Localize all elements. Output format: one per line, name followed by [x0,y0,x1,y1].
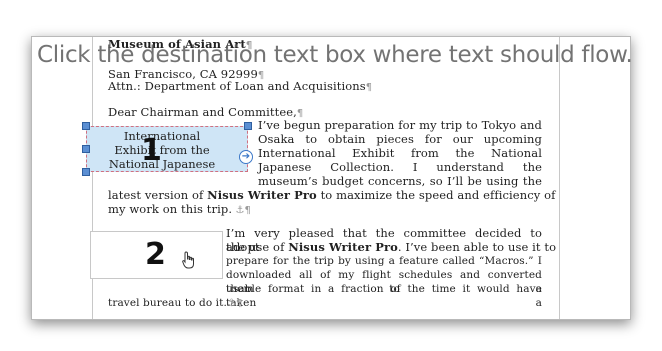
resize-handle-top-right[interactable] [244,122,252,130]
resize-handle-left[interactable] [82,145,90,153]
p1-line-2: Osaka to obtain pieces for our upcoming [258,132,542,146]
p2-line-2: the use of Nisus Writer Pro. I’ve been a… [226,240,557,254]
p1-line-5: museum’s budget concerns, so I’ll be usi… [258,174,542,188]
source-text-box[interactable]: International Exhibit from the National … [86,126,248,172]
instruction-overlay: Click the destination text box where tex… [37,42,633,68]
p2-line-5: usable format in a fraction of the time … [226,283,542,309]
document-page[interactable]: Museum of Asian Art¶ San Francisco, CA 9… [82,37,557,319]
anchor-icon-2: ⚓ [226,298,236,309]
p1-line-3: International Exhibit from the National [258,146,542,160]
box-number-2: 2 [145,237,166,272]
p1-line-6: latest version of Nisus Writer Pro to ma… [108,188,556,202]
resize-handle-bottom-left[interactable] [82,168,90,176]
document-window: Museum of Asian Art¶ San Francisco, CA 9… [31,36,631,320]
p2-line-3: prepare for the trip by using a feature … [226,255,542,267]
destination-text-box[interactable]: 2 [90,231,223,279]
source-text-box-content: International Exhibit from the National … [108,129,216,171]
p1-line-1: I’ve begun preparation for my trip to To… [258,118,542,132]
resize-handle-top-left[interactable] [82,122,90,130]
p2-line-6: travel bureau to do it.⚓¶ [108,297,243,309]
box-number-1: 1 [141,133,162,168]
header-line-3: Attn.: Department of Loan and Acquisitio… [108,79,373,93]
p1-line-4: Japanese Collection. I understand the [258,160,542,174]
p1-line-7: my work on this trip. ⚓¶ [108,202,251,216]
hand-pointer-icon [182,251,196,273]
text-flow-link-icon[interactable]: ➔ [239,150,253,164]
right-margin-guide [559,37,560,319]
